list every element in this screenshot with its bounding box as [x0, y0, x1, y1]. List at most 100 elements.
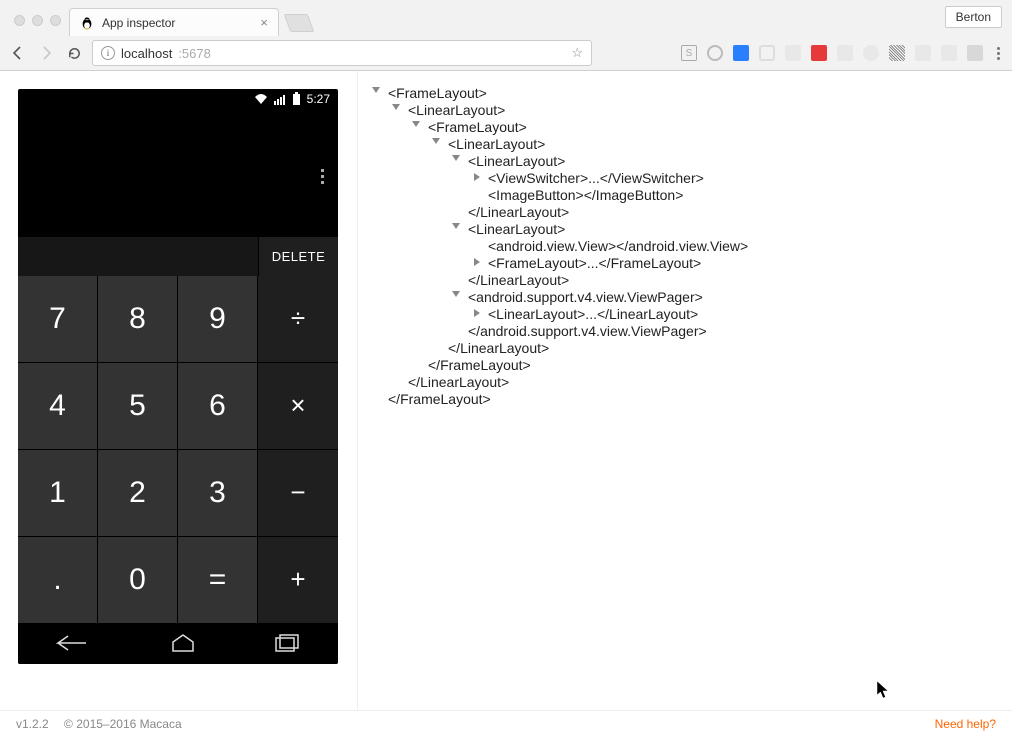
- calc-key-2[interactable]: 2: [98, 450, 177, 536]
- calc-key-0[interactable]: 0: [98, 537, 177, 623]
- tree-node[interactable]: <LinearLayout> <android.view.View></andr…: [468, 221, 1002, 272]
- chrome-menu-icon[interactable]: [993, 47, 1004, 60]
- tree-node[interactable]: <ViewSwitcher>...</ViewSwitcher>: [488, 170, 1002, 187]
- tree-toggle-icon[interactable]: [412, 121, 420, 127]
- calc-key-divide[interactable]: ÷: [258, 276, 338, 362]
- mac-minimize-button[interactable]: [32, 15, 43, 26]
- calc-key-minus[interactable]: −: [258, 450, 338, 536]
- ext-icon-2[interactable]: [707, 45, 723, 61]
- wifi-icon: [254, 93, 268, 105]
- ext-icon-8[interactable]: [863, 45, 879, 61]
- tree-node-close: </android.support.v4.view.ViewPager>: [468, 323, 1002, 340]
- tree-node[interactable]: <android.view.View></android.view.View>: [488, 238, 1002, 255]
- tree-node-close: </FrameLayout>: [428, 357, 1002, 374]
- profile-badge[interactable]: Berton: [945, 6, 1002, 28]
- tree-node[interactable]: <LinearLayout> <FrameLayout> <LinearLayo…: [408, 102, 1002, 374]
- ext-icon-6[interactable]: [811, 45, 827, 61]
- calc-key-6[interactable]: 6: [178, 363, 257, 449]
- forward-button[interactable]: [36, 43, 56, 63]
- calc-delete-button[interactable]: DELETE: [258, 237, 338, 276]
- url-host: localhost: [121, 46, 172, 61]
- tab-active[interactable]: App inspector ×: [69, 8, 279, 36]
- back-button[interactable]: [8, 43, 28, 63]
- favicon-penguin-icon: [80, 16, 94, 30]
- calc-keypad: 7 8 9 ÷ 4 5 6 × 1 2 3 − . 0 = +: [18, 276, 338, 623]
- toolbar: i localhost :5678 ☆ S: [0, 36, 1012, 70]
- content-area: 5:27 DELETE 7 8 9 ÷ 4 5 6 × 1 2 3: [0, 71, 1012, 711]
- extension-icons: S: [681, 45, 1004, 61]
- status-bar: 5:27: [18, 89, 338, 109]
- calc-key-7[interactable]: 7: [18, 276, 97, 362]
- ext-icon-11[interactable]: [941, 45, 957, 61]
- copyright-text: © 2015–2016 Macaca: [64, 717, 182, 731]
- tree-toggle-icon[interactable]: [452, 223, 460, 229]
- calc-key-plus[interactable]: +: [258, 537, 338, 623]
- bookmark-star-icon[interactable]: ☆: [571, 45, 583, 61]
- calc-delete-row: DELETE: [18, 237, 338, 276]
- tree-node-close: </LinearLayout>: [468, 272, 1002, 289]
- mac-zoom-button[interactable]: [50, 15, 61, 26]
- ext-icon-1[interactable]: S: [681, 45, 697, 61]
- url-port: :5678: [178, 46, 211, 61]
- version-text: v1.2.2: [16, 717, 49, 731]
- tree-node[interactable]: <LinearLayout> <LinearLayout> <ViewSwitc…: [448, 136, 1002, 340]
- tree-toggle-icon[interactable]: [392, 104, 400, 110]
- tree-node[interactable]: <FrameLayout> <LinearLayout> <LinearLayo…: [428, 119, 1002, 357]
- tree-node-close: </FrameLayout>: [388, 391, 1002, 408]
- help-link[interactable]: Need help?: [935, 717, 996, 731]
- calc-key-9[interactable]: 9: [178, 276, 257, 362]
- signal-icon: [274, 93, 286, 105]
- ext-icon-10[interactable]: [915, 45, 931, 61]
- status-time: 5:27: [307, 92, 330, 106]
- mac-window-controls: [6, 15, 69, 36]
- device-panel: 5:27 DELETE 7 8 9 ÷ 4 5 6 × 1 2 3: [0, 71, 358, 711]
- calc-key-dot[interactable]: .: [18, 537, 97, 623]
- ext-icon-9[interactable]: [889, 45, 905, 61]
- calc-key-5[interactable]: 5: [98, 363, 177, 449]
- tree-toggle-icon[interactable]: [474, 309, 480, 317]
- calc-key-8[interactable]: 8: [98, 276, 177, 362]
- tree-node-close: </LinearLayout>: [468, 204, 1002, 221]
- tree-toggle-icon[interactable]: [474, 258, 480, 266]
- tab-close-icon[interactable]: ×: [260, 15, 268, 30]
- tree-toggle-icon[interactable]: [452, 291, 460, 297]
- calc-key-4[interactable]: 4: [18, 363, 97, 449]
- ext-icon-5[interactable]: [785, 45, 801, 61]
- android-back-icon[interactable]: [56, 633, 92, 653]
- tree-node-close: </LinearLayout>: [448, 340, 1002, 357]
- ext-icon-4[interactable]: [759, 45, 775, 61]
- overflow-menu-icon[interactable]: [321, 169, 324, 184]
- calc-key-equals[interactable]: =: [178, 537, 257, 623]
- cursor-icon: [876, 680, 890, 700]
- calc-key-3[interactable]: 3: [178, 450, 257, 536]
- calc-spacer: [18, 237, 258, 276]
- android-recent-icon[interactable]: [274, 633, 300, 653]
- tree-node[interactable]: <LinearLayout>...</LinearLayout>: [488, 306, 1002, 323]
- tree-toggle-icon[interactable]: [432, 138, 440, 144]
- tree-toggle-icon[interactable]: [474, 173, 480, 181]
- ext-icon-7[interactable]: [837, 45, 853, 61]
- tree-node[interactable]: <android.support.v4.view.ViewPager> <Lin…: [468, 289, 1002, 323]
- tree-node[interactable]: <LinearLayout> <ViewSwitcher>...</ViewSw…: [468, 153, 1002, 204]
- hierarchy-tree: <FrameLayout> <LinearLayout> <FrameLayou…: [358, 71, 1012, 711]
- ext-icon-3[interactable]: [733, 45, 749, 61]
- reload-button[interactable]: [64, 43, 84, 63]
- tree-toggle-icon[interactable]: [372, 87, 380, 93]
- tree-node[interactable]: <FrameLayout> <LinearLayout> <FrameLayou…: [388, 85, 1002, 391]
- tree-node[interactable]: <ImageButton></ImageButton>: [488, 187, 1002, 204]
- new-tab-button[interactable]: [284, 14, 315, 32]
- address-bar[interactable]: i localhost :5678 ☆: [92, 40, 592, 66]
- ext-icon-12[interactable]: [967, 45, 983, 61]
- tab-strip: App inspector × Berton: [0, 0, 1012, 36]
- battery-icon: [292, 92, 301, 106]
- tree-toggle-icon[interactable]: [452, 155, 460, 161]
- site-info-icon[interactable]: i: [101, 46, 115, 60]
- mac-close-button[interactable]: [14, 15, 25, 26]
- tab-title: App inspector: [102, 16, 175, 30]
- tree-node[interactable]: <FrameLayout>...</FrameLayout>: [488, 255, 1002, 272]
- calc-key-1[interactable]: 1: [18, 450, 97, 536]
- calc-key-multiply[interactable]: ×: [258, 363, 338, 449]
- browser-chrome: App inspector × Berton i localhost :5678 …: [0, 0, 1012, 71]
- android-home-icon[interactable]: [169, 633, 197, 653]
- android-navbar: [18, 623, 338, 664]
